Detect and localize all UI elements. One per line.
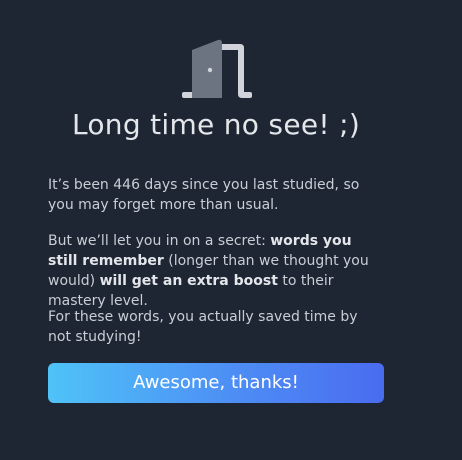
welcome-back-dialog: Long time no see! ;) It’s been 446 days … (0, 0, 462, 460)
days-since-paragraph: It’s been 446 days since you last studie… (48, 177, 360, 213)
secret-bold-2: will get an extra boost (99, 273, 278, 289)
saved-time-paragraph: For these words, you actually saved time… (48, 309, 358, 345)
dialog-title: Long time no see! ;) (71, 108, 361, 141)
secret-text-1: But we’ll let you in on a secret: (48, 233, 271, 249)
awesome-thanks-button[interactable]: Awesome, thanks! (48, 363, 384, 403)
door-icon (182, 39, 252, 98)
secret-paragraph: But we’ll let you in on a secret: words … (48, 231, 384, 311)
